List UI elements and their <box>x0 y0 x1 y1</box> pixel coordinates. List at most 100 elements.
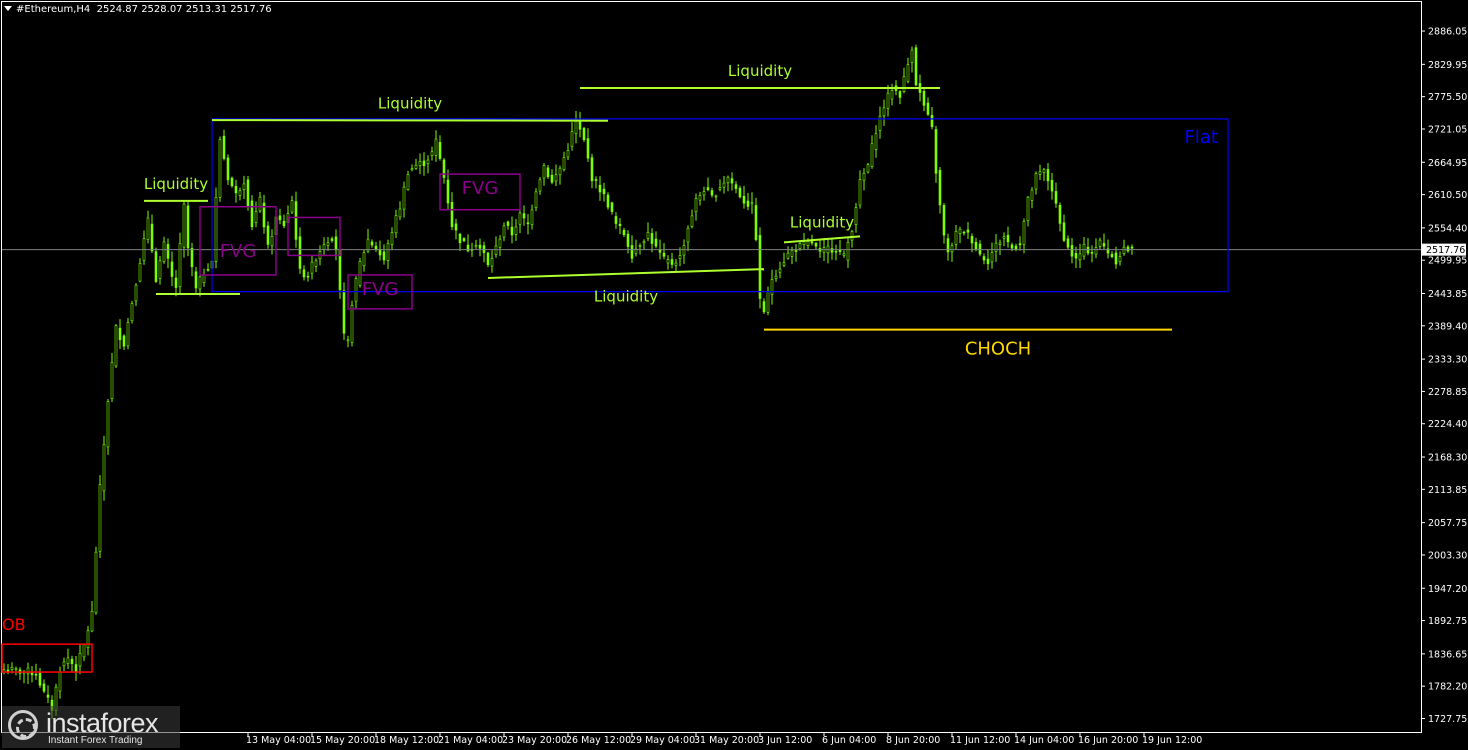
candle-body <box>194 271 198 289</box>
candle-body <box>74 664 78 672</box>
candle-body <box>594 179 598 181</box>
candle-body <box>382 251 386 261</box>
candle-body <box>858 179 862 206</box>
candle-body <box>462 238 466 242</box>
candle-body <box>454 223 458 231</box>
candle-body <box>114 325 118 367</box>
candle-body <box>182 203 186 248</box>
price-axis[interactable]: 1727.75 1782.20 1836.65 1892.75 1947.20 2003.… <box>1421 27 1467 725</box>
candle-body <box>70 658 74 664</box>
candle-body <box>1002 236 1006 239</box>
candle-body <box>42 683 46 692</box>
candle-body <box>602 188 606 195</box>
instaforex-logo-icon <box>8 710 38 740</box>
candle-body <box>206 269 210 271</box>
last-price-label: 2517.76 <box>1426 245 1465 256</box>
candle-body <box>642 241 646 244</box>
time-tick-label: 13 May 04:00 <box>246 735 311 746</box>
candle-body <box>158 260 162 279</box>
candle-body <box>698 195 702 201</box>
candle-body <box>294 201 298 240</box>
candle-body <box>98 484 102 552</box>
candle-body <box>570 131 574 147</box>
candle-body <box>766 290 770 313</box>
candle-body <box>694 198 698 212</box>
candle-body <box>834 250 838 253</box>
candle-body <box>46 694 50 698</box>
candle-body <box>598 184 602 193</box>
price-tick-label: 2003.30 <box>1428 550 1467 561</box>
candle-body <box>226 157 230 181</box>
candle-body <box>670 259 674 265</box>
time-tick-label: 14 Jun 04:00 <box>1014 735 1074 746</box>
candle-body <box>90 611 94 632</box>
price-chart[interactable]: Flat FVG FVG FVG OB CHOCH Liquidity Liquidity Li… <box>0 0 1468 750</box>
candle-body <box>610 202 614 212</box>
candle-body <box>378 249 382 256</box>
candle-body <box>866 164 870 173</box>
candle-body <box>678 255 682 259</box>
candle-body <box>1098 239 1102 247</box>
candle-body <box>434 138 438 156</box>
candle-body <box>1054 191 1058 204</box>
candle-body <box>26 667 30 675</box>
watermark-logo: instaforex Instant Forex Trading <box>2 706 180 748</box>
candle-body <box>298 236 302 269</box>
time-axis[interactable]: 13 May 04:0015 May 20:0018 May 12:0021 M… <box>246 732 1202 746</box>
candle-body <box>302 269 306 278</box>
candle-body <box>170 261 174 277</box>
candle-body <box>674 262 678 266</box>
candle-body <box>1034 173 1038 190</box>
candle-body <box>754 205 758 240</box>
flat-label: Flat <box>1185 127 1218 148</box>
candle-body <box>870 143 874 168</box>
candle-body <box>146 217 150 240</box>
candle-body <box>922 90 926 106</box>
candle-body <box>738 187 742 198</box>
candle-body <box>394 215 398 234</box>
candle-body <box>150 223 154 252</box>
candle-body <box>994 242 998 252</box>
candle-body <box>590 157 594 182</box>
candle-body <box>334 236 338 251</box>
candle-body <box>390 232 394 245</box>
candle-body <box>746 200 750 207</box>
candle-body <box>578 121 582 130</box>
candle-body <box>122 335 126 347</box>
time-tick-label: 31 May 20:00 <box>694 735 759 746</box>
candle-body <box>58 671 62 692</box>
candle-body <box>514 226 518 235</box>
candle-body <box>802 241 806 245</box>
price-tick-label: 2829.95 <box>1428 60 1467 71</box>
candle-body <box>254 211 258 223</box>
candle-body <box>490 258 494 267</box>
time-tick-label: 19 Jun 12:00 <box>1142 735 1202 746</box>
candle-body <box>314 260 318 267</box>
time-tick-label: 18 May 12:00 <box>374 735 439 746</box>
candle-body <box>430 151 434 156</box>
candle-body <box>526 222 530 225</box>
candle-body <box>362 252 366 267</box>
candle-body <box>246 179 250 207</box>
candle-body <box>1050 180 1054 192</box>
candle-body <box>950 245 954 253</box>
time-tick-label: 26 May 12:00 <box>566 735 631 746</box>
ohlc-label: 2524.87 2528.07 2513.31 2517.76 <box>96 4 272 15</box>
candle-body <box>1038 171 1042 175</box>
time-tick-label: 29 May 04:00 <box>630 735 695 746</box>
candle-body <box>250 200 254 228</box>
candle-body <box>278 215 282 221</box>
candle-body <box>722 182 726 188</box>
candle-body <box>162 241 166 262</box>
candle-body <box>222 135 226 159</box>
candle-body <box>110 362 114 399</box>
candle-body <box>510 226 514 236</box>
candle-body <box>198 276 202 290</box>
candle-body <box>706 187 710 191</box>
dropdown-triangle-icon[interactable] <box>4 6 12 11</box>
candle-body <box>958 228 962 234</box>
candle-body <box>714 195 718 198</box>
candle-body <box>102 444 106 492</box>
candle-body <box>886 92 890 109</box>
candle-body <box>10 666 14 670</box>
